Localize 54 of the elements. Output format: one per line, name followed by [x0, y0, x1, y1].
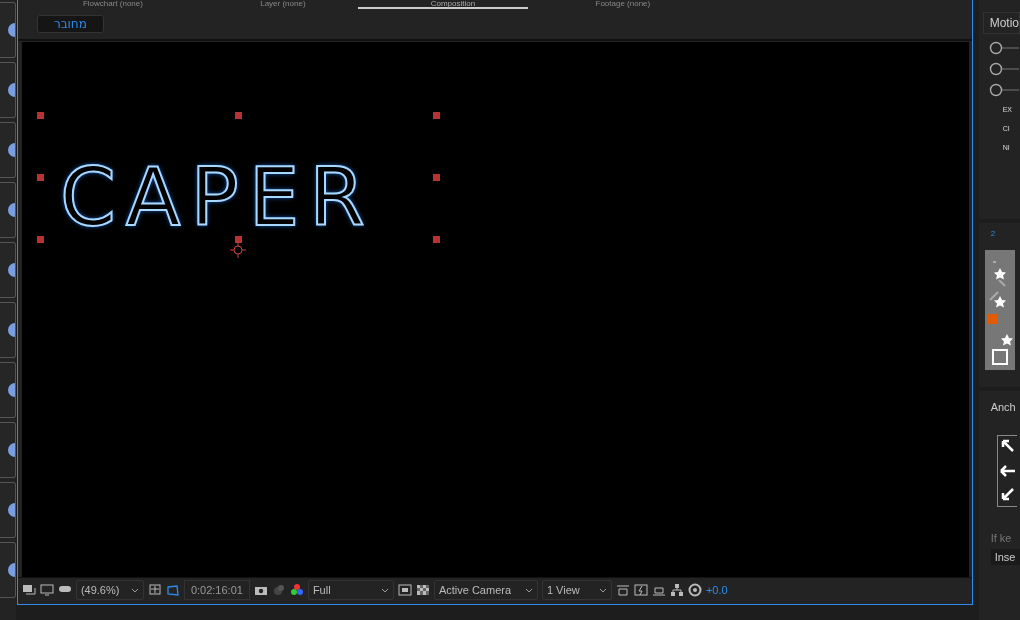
fast-preview-icon[interactable]	[633, 583, 648, 597]
transform-handle[interactable]	[234, 112, 242, 119]
view-layout-dropdown[interactable]: 1 View	[541, 580, 612, 600]
caret-icon	[598, 587, 607, 593]
caret-icon	[130, 587, 139, 593]
panel-tab[interactable]: Composition	[357, 0, 528, 9]
camera-dropdown[interactable]: Active Camera	[433, 580, 538, 600]
tool-button[interactable]	[0, 182, 16, 238]
panel-tab[interactable]: Layer (none)	[187, 0, 358, 9]
color-channels-icon[interactable]	[289, 583, 304, 597]
anchor-arrows-icon[interactable]	[996, 435, 1017, 507]
transform-handle[interactable]	[432, 236, 440, 243]
insert-button[interactable]: Inse	[990, 549, 1020, 565]
flowchart-icon[interactable]	[669, 583, 684, 597]
caret-icon	[380, 587, 389, 593]
snapshot-stack-icon[interactable]	[21, 583, 36, 597]
anchor-point-icon[interactable]	[229, 242, 246, 258]
radio-slider[interactable]	[988, 41, 1019, 55]
tool-button[interactable]	[0, 482, 16, 538]
tool-button[interactable]	[0, 242, 16, 298]
neon-text: CAPER	[59, 158, 375, 238]
tool-button[interactable]	[0, 542, 16, 598]
anchor-label: Anch	[990, 401, 1017, 413]
caret-icon	[524, 587, 533, 593]
tool-button[interactable]	[0, 302, 16, 358]
transform-handle[interactable]	[234, 236, 242, 243]
pixel-aspect-icon[interactable]	[615, 583, 630, 597]
grid-icon[interactable]	[147, 583, 162, 597]
panel-tab[interactable]: 2	[984, 229, 1020, 238]
checkerboard-icon[interactable]	[415, 583, 430, 597]
hint-text: If ke	[990, 532, 1013, 544]
panel-tab[interactable]: Footage (none)	[527, 0, 698, 9]
tool-button[interactable]	[0, 422, 16, 478]
region-icon[interactable]	[397, 583, 412, 597]
exposure-value[interactable]: +0.0	[705, 584, 728, 596]
transform-handle[interactable]	[36, 174, 44, 181]
resolution-dropdown[interactable]: Full	[307, 580, 394, 600]
tool-button[interactable]	[0, 62, 16, 118]
timecode-field[interactable]: 0:02:16:01	[183, 580, 250, 600]
radio-slider[interactable]	[988, 62, 1019, 76]
transform-handle[interactable]	[36, 112, 44, 119]
transform-handle[interactable]	[36, 236, 44, 243]
mask-path-icon[interactable]	[165, 583, 180, 597]
tool-button[interactable]	[0, 122, 16, 178]
aperture-icon[interactable]	[687, 583, 702, 597]
tool-button[interactable]	[0, 362, 16, 418]
panel-tab[interactable]: Flowchart (none)	[17, 0, 188, 9]
composition-button[interactable]: מחובר	[36, 15, 104, 33]
transform-handle[interactable]	[432, 174, 440, 181]
transform-handle[interactable]	[432, 112, 440, 119]
zoom-dropdown[interactable]: (49.6%)	[75, 580, 144, 600]
preset-field[interactable]: Motio	[982, 12, 1020, 34]
tool-button[interactable]	[0, 2, 16, 58]
radio-slider[interactable]	[988, 83, 1019, 97]
